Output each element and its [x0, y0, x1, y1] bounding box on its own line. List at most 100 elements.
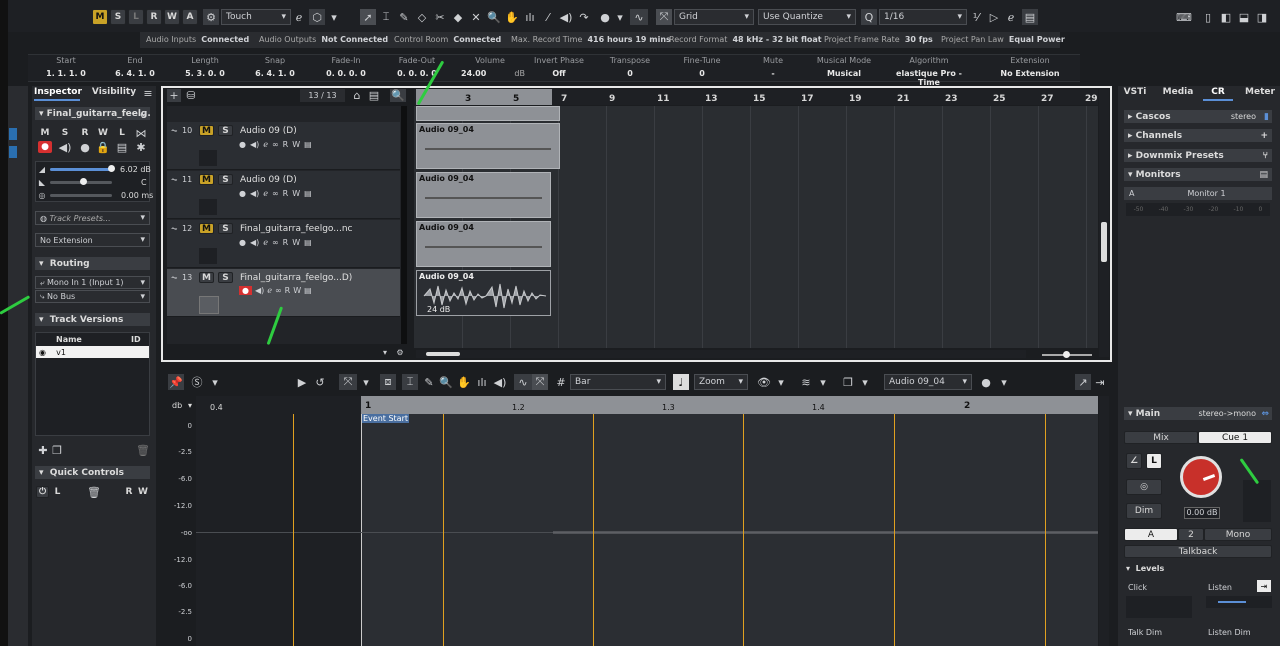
lanes-icon[interactable]: ▤: [304, 286, 312, 295]
snap-icon[interactable]: ⤧: [656, 9, 672, 25]
dim-button[interactable]: Dim: [1126, 503, 1162, 519]
track-mute-button[interactable]: M: [199, 174, 214, 185]
inspector-track-header[interactable]: ▾ Final_guitarra_feelg.: [35, 107, 151, 120]
autoscroll-icon[interactable]: ∿: [630, 9, 648, 25]
cue-button[interactable]: Cue 1: [1198, 431, 1272, 444]
track-list-splitter[interactable]: [401, 106, 407, 344]
link-icon[interactable]: ∞: [272, 140, 279, 149]
line-tool-icon[interactable]: ⁄: [540, 9, 556, 25]
track-row-12[interactable]: ⏦ 12 M S Final_guitarra_feelgo...nc ● ◀) ℯ…: [167, 220, 400, 268]
reference-level-button[interactable]: ◎: [1126, 479, 1162, 495]
audio-event[interactable]: Audio 09_04: [416, 221, 551, 267]
track-row-13[interactable]: ⏦ 13 M S Final_guitarra_feelgo...D) ● ◀) ℯ…: [167, 269, 400, 317]
editor-tool-dropdown-icon[interactable]: ▾: [359, 374, 373, 390]
downmix-presets-header[interactable]: ▸ Downmix Presets ⑂: [1124, 149, 1272, 162]
view-dropdown-icon[interactable]: ▾: [774, 374, 788, 390]
tab-media[interactable]: Media: [1160, 87, 1196, 101]
main-section-header[interactable]: ▾ Main stereo->mono ⇔: [1124, 407, 1272, 420]
l-button[interactable]: L: [1146, 453, 1162, 469]
speaker-config-icon[interactable]: ▮: [1264, 112, 1269, 122]
info-fine-tune[interactable]: Fine-Tune 0: [671, 56, 733, 78]
monitor-icon[interactable]: ◀): [250, 189, 259, 198]
object-select-tool-icon[interactable]: ➚: [360, 9, 376, 25]
qc-delete-icon[interactable]: 🗑: [87, 486, 101, 499]
automation-mode-select[interactable]: Touch: [221, 9, 291, 25]
monitor-icon[interactable]: ◀): [250, 238, 259, 247]
ruler-unit-select[interactable]: Bar: [570, 374, 666, 390]
loop-icon[interactable]: ↺: [312, 374, 328, 390]
track-search-icon[interactable]: 🔍: [390, 89, 406, 102]
qc-power-button[interactable]: ⏻: [36, 486, 49, 498]
track-versions-header[interactable]: ▾ Track Versions: [35, 313, 150, 326]
zoom-tool-icon[interactable]: 🔍: [486, 9, 502, 25]
link-icon[interactable]: ⇔: [1261, 409, 1269, 419]
color-dropdown-icon[interactable]: ▾: [614, 9, 626, 25]
zoom-editor-tool-icon[interactable]: 🔍: [438, 374, 454, 390]
status-audio-outputs[interactable]: Audio Outputs Not Connected: [259, 35, 388, 44]
pan-slider-handle[interactable]: [80, 178, 87, 185]
status-record-format[interactable]: Record Format 48 kHz - 32 bit float: [669, 35, 822, 44]
toolbar-r-button[interactable]: R: [146, 9, 162, 25]
version-row[interactable]: ◉ v1: [36, 346, 149, 358]
info-algorithm[interactable]: Algorithm elastique Pro - Time: [884, 56, 974, 87]
track-solo-button[interactable]: S: [218, 174, 233, 185]
color-palette-icon[interactable]: ●: [596, 9, 614, 25]
audio-tool-icon[interactable]: ⧈: [380, 374, 396, 390]
comp-tool-icon[interactable]: ılı: [522, 9, 538, 25]
cycle-range[interactable]: [416, 89, 552, 105]
editor-color-icon[interactable]: ●: [977, 374, 995, 390]
editor-exit-icon[interactable]: ⇥: [1093, 374, 1107, 390]
toolbar-w-button[interactable]: W: [164, 9, 180, 25]
toolbar-m-button[interactable]: M: [92, 9, 108, 25]
snap-mode-dropdown-icon[interactable]: ▾: [327, 9, 341, 25]
inspector-solo-button[interactable]: S: [58, 127, 72, 139]
qc-write-button[interactable]: W: [137, 486, 149, 498]
lanes-icon[interactable]: ▤: [304, 238, 312, 247]
split-tool-icon[interactable]: ✂: [432, 9, 448, 25]
lanes-icon[interactable]: ▤: [304, 140, 312, 149]
link-icon[interactable]: ∞: [272, 238, 279, 247]
edit-icon[interactable]: ℯ: [292, 9, 306, 25]
add-version-icon[interactable]: ✚: [37, 444, 49, 457]
write-icon[interactable]: W: [292, 140, 300, 149]
musical-mode-icon[interactable]: ♩: [673, 374, 689, 390]
info-end[interactable]: End 6. 4. 1. 0: [104, 56, 166, 78]
click-slider[interactable]: [1126, 596, 1192, 618]
audio-event[interactable]: Audio 09_04: [416, 172, 551, 218]
info-start[interactable]: Start 1. 1. 1. 0: [35, 56, 97, 78]
monitors-section-header[interactable]: ▾ Monitors ▤: [1124, 168, 1272, 181]
info-length[interactable]: Length 5. 3. 0. 0: [174, 56, 236, 78]
horizontal-scrollbar-thumb[interactable]: [426, 352, 460, 356]
beat-marker[interactable]: [1045, 414, 1046, 646]
track-solo-button[interactable]: S: [218, 223, 233, 234]
monitors-menu-icon[interactable]: ▤: [1259, 170, 1268, 180]
status-control-room[interactable]: Control Room Connected: [394, 35, 501, 44]
quantize-settings-icon[interactable]: ▤: [1022, 9, 1038, 25]
list-icon[interactable]: ▤: [367, 89, 381, 102]
level-value[interactable]: 0.00 dB: [1184, 507, 1220, 519]
inspector-read-button[interactable]: R: [78, 127, 92, 139]
inspector-star-icon[interactable]: ✱: [134, 141, 148, 154]
listen-enable-button[interactable]: ∠: [1126, 453, 1142, 469]
read-icon[interactable]: R: [285, 286, 291, 295]
left-strip-button[interactable]: [9, 146, 17, 158]
record-enable-icon[interactable]: ●: [239, 189, 246, 198]
volume-slider-handle[interactable]: [108, 165, 115, 172]
audio-event[interactable]: Audio 09_04: [416, 123, 560, 169]
color-tool-icon[interactable]: ↷: [576, 9, 592, 25]
track-row-10[interactable]: ⏦ 10 M S Audio 09 (D) ● ◀) ℯ ∞ R W ▤: [167, 122, 400, 170]
cascos-section-header[interactable]: ▸ Cascos stereo ▮: [1124, 110, 1272, 123]
inspector-menu-icon[interactable]: ≡: [142, 87, 154, 100]
quick-controls-header[interactable]: ▾ Quick Controls: [35, 466, 150, 479]
inspector-lanes-icon[interactable]: ▤: [115, 141, 129, 154]
record-enable-icon[interactable]: ●: [239, 140, 246, 149]
quantize-q-icon[interactable]: Q: [861, 9, 877, 25]
tempo-dropdown-icon[interactable]: ▾: [816, 374, 830, 390]
link-icon[interactable]: ∞: [275, 286, 282, 295]
volume-slider[interactable]: [50, 168, 112, 171]
bus-mono-button[interactable]: Mono: [1204, 528, 1272, 541]
hand-editor-tool-icon[interactable]: ✋: [456, 374, 472, 390]
track-name[interactable]: Final_guitarra_feelgo...D): [240, 273, 352, 283]
track-list-collapse-icon[interactable]: ▾: [380, 347, 390, 357]
track-edit-icon[interactable]: ℯ: [138, 107, 149, 120]
